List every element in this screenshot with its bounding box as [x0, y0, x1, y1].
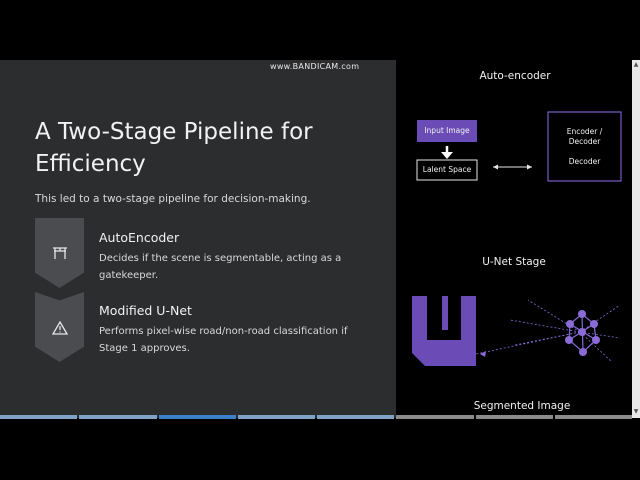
dashed-arrowhead	[480, 351, 486, 357]
network-node	[566, 320, 574, 328]
arrow-left-head	[493, 164, 498, 170]
progress-segment[interactable]	[475, 415, 553, 419]
decoder-label: Decoder	[568, 157, 601, 166]
network-node	[579, 348, 587, 356]
vertical-scrollbar[interactable]	[632, 60, 640, 418]
latent-space-label: Lalent Space	[422, 165, 472, 174]
network-node	[578, 310, 586, 318]
progress-segment[interactable]	[396, 415, 474, 419]
progress-segment[interactable]	[79, 415, 157, 419]
progress-segment[interactable]	[158, 415, 236, 419]
network-node	[565, 336, 573, 344]
dashed-line-7	[579, 331, 621, 339]
u-net-inner-bar	[442, 296, 448, 330]
down-arrow-head	[441, 152, 453, 159]
arrow-right-head	[527, 164, 532, 170]
encoder-decoder-label: Encoder / Decoder	[566, 127, 603, 146]
segmented-image-label: Segmented Image	[473, 400, 571, 412]
progress-segment[interactable]	[0, 415, 78, 419]
slide-progress-bar	[0, 415, 632, 419]
dashed-line-5	[579, 304, 621, 333]
network-node	[578, 328, 586, 336]
input-image-label: Input Image	[424, 126, 470, 135]
scroll-down-arrow-icon[interactable]: ▼	[633, 408, 639, 415]
progress-segment[interactable]	[237, 415, 315, 419]
progress-segment[interactable]	[554, 415, 632, 419]
network-node	[590, 320, 598, 328]
unet-stage-label: U-Net Stage	[482, 256, 546, 268]
dashed-line-1	[475, 331, 581, 355]
scroll-up-arrow-icon[interactable]: ▲	[633, 61, 639, 68]
network-node	[592, 336, 600, 344]
progress-segment[interactable]	[317, 415, 395, 419]
